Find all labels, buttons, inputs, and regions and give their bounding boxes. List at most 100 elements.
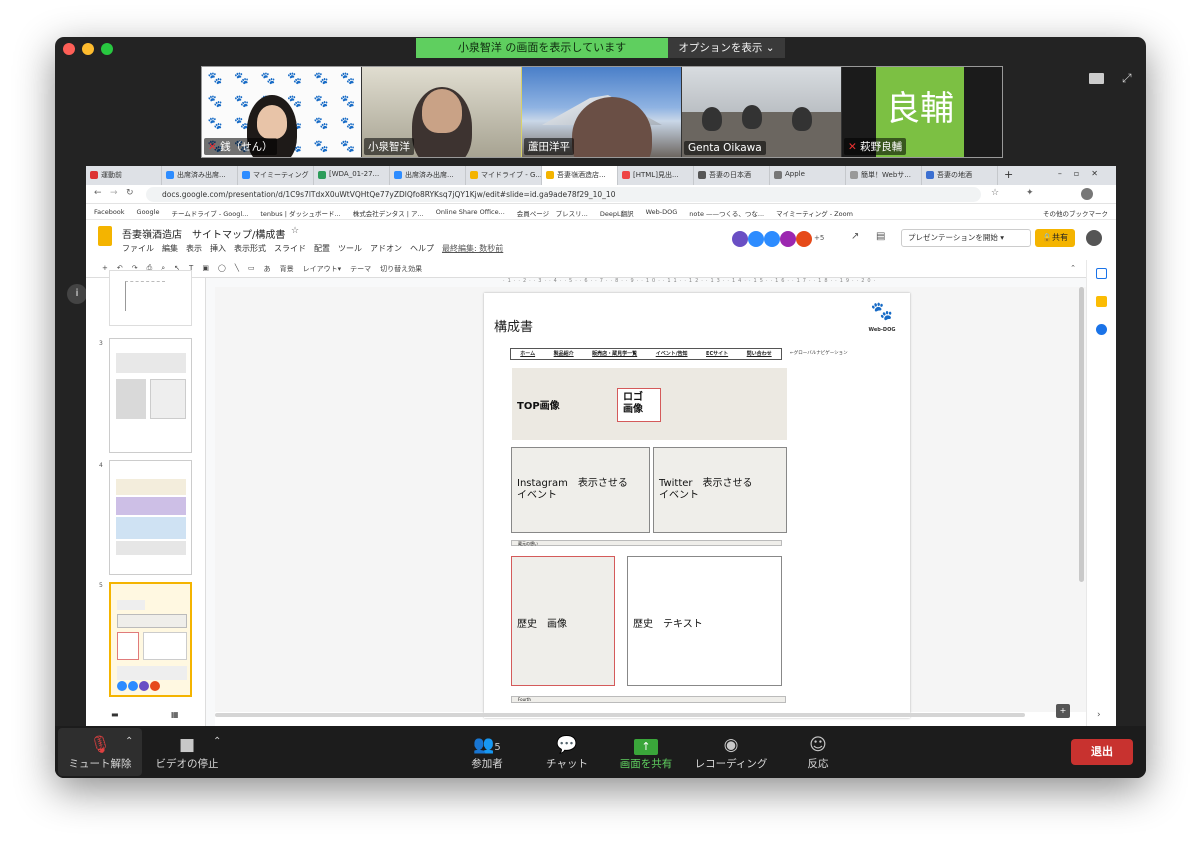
bookmark[interactable]: note ——つくる、つな... <box>689 208 764 219</box>
fullscreen-icon[interactable]: ⤢ <box>1122 71 1132 86</box>
chat-button[interactable]: 💬 チャット <box>543 734 591 771</box>
participant-tile-active[interactable]: 小泉智洋 <box>362 67 522 157</box>
menu-item[interactable]: アドオン <box>370 243 402 254</box>
last-edit-link[interactable]: 最終編集: 数秒前 <box>442 243 503 254</box>
chevron-up-icon[interactable]: ⌃ <box>213 736 221 747</box>
slide-thumbnail[interactable] <box>109 338 192 453</box>
top-image-box[interactable]: TOP画像 ロゴ 画像 <box>512 368 787 440</box>
grid-view-icon[interactable]: ▦ <box>171 710 179 719</box>
line-icon[interactable]: ╲ <box>235 264 239 277</box>
horizontal-scrollbar[interactable] <box>215 713 1025 717</box>
comments-icon[interactable]: ▤ <box>876 231 885 242</box>
leave-meeting-button[interactable]: 退出 <box>1071 739 1133 765</box>
extensions-icon[interactable]: ✦ <box>1026 188 1034 198</box>
bookmark[interactable]: 会員ページ プレスリ... <box>517 208 588 219</box>
bookmark-star-icon[interactable]: ☆ <box>991 188 999 198</box>
star-icon[interactable]: ☆ <box>291 226 299 236</box>
avatar[interactable] <box>732 231 748 247</box>
browser-tab[interactable]: マイミーティング <box>238 166 314 185</box>
logo-image-box[interactable]: ロゴ 画像 <box>617 388 661 422</box>
tasks-icon[interactable] <box>1096 324 1107 335</box>
toolbar-button[interactable]: レイアウト▾ <box>303 264 342 277</box>
participant-tile[interactable]: Genta Oikawa <box>682 67 842 157</box>
participants-button[interactable]: 👥5 参加者 <box>465 734 509 771</box>
slide-heading[interactable]: 構成書 <box>494 316 533 335</box>
keep-icon[interactable] <box>1096 296 1107 307</box>
avatar[interactable] <box>1086 230 1102 246</box>
menu-item[interactable]: 表示形式 <box>234 243 266 254</box>
browser-tab[interactable]: 出席済み出席... <box>390 166 466 185</box>
strip-box[interactable]: Fourth <box>511 696 786 703</box>
view-options-button[interactable]: オプションを表示 ⌄ <box>668 38 785 58</box>
bookmark[interactable]: Google <box>137 208 160 219</box>
slide-thumbnail-selected[interactable] <box>109 582 192 697</box>
bookmark[interactable]: 株式会社デンタス | ア... <box>353 208 424 219</box>
shape-icon[interactable]: ◯ <box>218 264 226 277</box>
url-input[interactable]: docs.google.com/presentation/d/1C9s7lTdx… <box>146 187 981 202</box>
other-bookmarks[interactable]: その他のブックマーク <box>1043 208 1116 219</box>
close-window-button[interactable] <box>63 43 75 55</box>
minimize-window-button[interactable] <box>82 43 94 55</box>
toolbar-button[interactable]: 切り替え効果 <box>380 264 422 277</box>
expand-panel-icon[interactable]: › <box>1097 710 1101 720</box>
document-title[interactable]: 吾妻嶺酒造店 サイトマップ/構成書 <box>122 226 285 241</box>
bookmark[interactable]: tenbus | ダッシュボード... <box>260 208 340 219</box>
back-icon[interactable]: ← <box>94 188 102 198</box>
unmute-button[interactable]: 🎙 ミュート解除 <box>67 734 133 771</box>
toolbar-button[interactable]: 背景 <box>280 264 294 277</box>
present-button[interactable]: プレゼンテーションを開始 ▾ <box>901 229 1031 247</box>
calendar-icon[interactable] <box>1096 268 1107 279</box>
reload-icon[interactable]: ↻ <box>126 188 134 198</box>
avatar[interactable] <box>764 231 780 247</box>
toolbar-button[interactable]: テーマ <box>350 264 371 277</box>
bookmark[interactable]: Facebook <box>94 208 125 219</box>
browser-tab-active[interactable]: 吾妻嶺酒造店... <box>542 166 618 185</box>
menu-item[interactable]: 編集 <box>162 243 178 254</box>
participant-tile[interactable]: 良輔 ✕ 萩野良輔 <box>842 67 1002 157</box>
slide-thumbnail[interactable] <box>109 270 192 326</box>
slides-logo-icon[interactable] <box>98 226 112 246</box>
participant-tile[interactable]: 蘆田洋平 <box>522 67 682 157</box>
zoom-window-button[interactable] <box>101 43 113 55</box>
comment-icon[interactable]: ▭ <box>248 264 255 277</box>
avatar[interactable] <box>748 231 764 247</box>
stop-video-button[interactable]: ■ ビデオの停止 <box>154 734 220 771</box>
profile-avatar[interactable] <box>1081 188 1093 200</box>
bookmark[interactable]: DeepL翻訳 <box>600 208 634 219</box>
menu-item[interactable]: 配置 <box>314 243 330 254</box>
chevron-up-icon[interactable]: ⌃ <box>125 736 133 747</box>
browser-tab[interactable]: 吾妻の地酒 <box>922 166 998 185</box>
activity-icon[interactable]: ↗ <box>851 231 859 242</box>
menu-item[interactable]: ファイル <box>122 243 154 254</box>
history-text-box[interactable]: 歴史 テキスト <box>627 556 782 686</box>
browser-tab[interactable]: 運動前 <box>86 166 162 185</box>
strip-box[interactable]: 蔵元の想い <box>511 540 782 546</box>
record-button[interactable]: ◉ レコーディング <box>693 734 769 771</box>
browser-tab[interactable]: Apple <box>770 166 846 185</box>
reactions-button[interactable]: ☺ 反応 <box>800 734 836 771</box>
forward-icon[interactable]: → <box>110 188 118 198</box>
menu-item[interactable]: スライド <box>274 243 306 254</box>
new-tab-icon[interactable]: + <box>998 166 1019 185</box>
share-screen-button[interactable]: ↑ 画面を共有 <box>615 734 677 771</box>
participant-tile[interactable]: 🐾🐾🐾🐾🐾🐾 🐾🐾🐾🐾🐾🐾 🐾🐾🐾🐾🐾🐾 🐾🐾🐾🐾🐾🐾 ✕ 銭（せん） <box>202 67 362 157</box>
browser-tab[interactable]: マイドライブ - G... <box>466 166 542 185</box>
browser-tab[interactable]: 出席済み出席... <box>162 166 238 185</box>
explore-icon[interactable]: + <box>1056 704 1070 718</box>
twitter-box[interactable]: Twitter 表示させる イベント <box>653 447 787 533</box>
browser-tab[interactable]: 吾妻の日本酒 <box>694 166 770 185</box>
image-icon[interactable]: ▣ <box>202 264 209 277</box>
menu-item[interactable]: 挿入 <box>210 243 226 254</box>
menu-item[interactable]: ヘルプ <box>410 243 434 254</box>
avatar[interactable] <box>796 231 812 247</box>
browser-tab[interactable]: [HTML]見出... <box>618 166 694 185</box>
avatar[interactable] <box>780 231 796 247</box>
info-icon[interactable]: i <box>67 284 87 304</box>
bookmark[interactable]: チームドライブ - Googl... <box>171 208 248 219</box>
bookmark[interactable]: Web-DOG <box>646 208 678 219</box>
filmstrip-view-icon[interactable]: ▬ <box>111 710 119 719</box>
bookmark[interactable]: マイミーティング - Zoom <box>776 208 853 219</box>
new-slide-icon[interactable]: + <box>102 264 108 277</box>
share-button[interactable]: 🔒共有 <box>1035 229 1075 247</box>
instagram-box[interactable]: Instagram 表示させる イベント <box>511 447 650 533</box>
